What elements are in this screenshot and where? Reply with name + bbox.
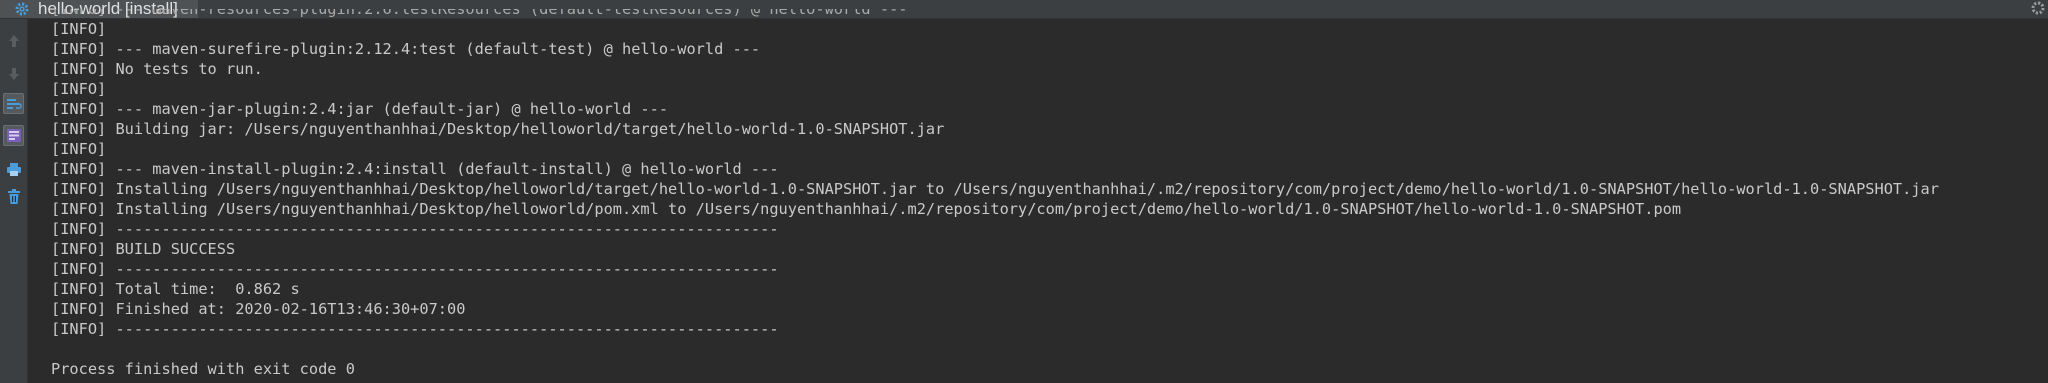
console-line: [INFO] [51, 140, 107, 158]
scroll-to-end-icon [6, 129, 21, 142]
up-arrow-icon [8, 34, 19, 47]
scroll-to-end-button[interactable] [3, 125, 24, 146]
process-exit-line: Process finished with exit code 0 [51, 360, 355, 378]
trash-icon [7, 188, 20, 204]
soft-wrap-button[interactable] [3, 93, 24, 114]
soft-wrap-icon [6, 98, 22, 109]
console-line: [INFO] ---------------------------------… [51, 320, 779, 338]
console-line: [INFO] Building jar: /Users/nguyenthanhh… [51, 120, 945, 138]
console-output[interactable]: [INFO] --- maven-resources-plugin:2.6:te… [51, 9, 2048, 383]
console-line: [INFO] Installing /Users/nguyenthanhhai/… [51, 200, 1682, 218]
console-line: [INFO] No tests to run. [51, 60, 263, 78]
clear-all-button[interactable] [3, 186, 24, 207]
console-line: [INFO] ---------------------------------… [51, 260, 779, 278]
console-line: [INFO] [51, 20, 107, 38]
console-line: [INFO] Total time: 0.862 s [51, 280, 300, 298]
console-line-partial: [INFO] --- maven-resources-plugin:2.6:te… [51, 9, 908, 18]
down-arrow-button[interactable] [3, 63, 24, 84]
print-button[interactable] [3, 159, 24, 180]
run-toolstrip [0, 19, 28, 383]
print-icon [6, 163, 21, 176]
console-line: [INFO] BUILD SUCCESS [51, 240, 236, 258]
console-line: [INFO] Finished at: 2020-02-16T13:46:30+… [51, 300, 466, 318]
console-line: [INFO] --- maven-surefire-plugin:2.12.4:… [51, 40, 761, 58]
console-line: [INFO] [51, 80, 107, 98]
maven-gear-icon [15, 2, 29, 16]
console-line: [INFO] --- maven-install-plugin:2.4:inst… [51, 160, 779, 178]
up-arrow-button[interactable] [3, 30, 24, 51]
down-arrow-icon [8, 67, 19, 80]
console-line: [INFO] Installing /Users/nguyenthanhhai/… [51, 180, 1939, 198]
console-line: [INFO] --- maven-jar-plugin:2.4:jar (def… [51, 100, 669, 118]
console-line: [INFO] ---------------------------------… [51, 220, 779, 238]
